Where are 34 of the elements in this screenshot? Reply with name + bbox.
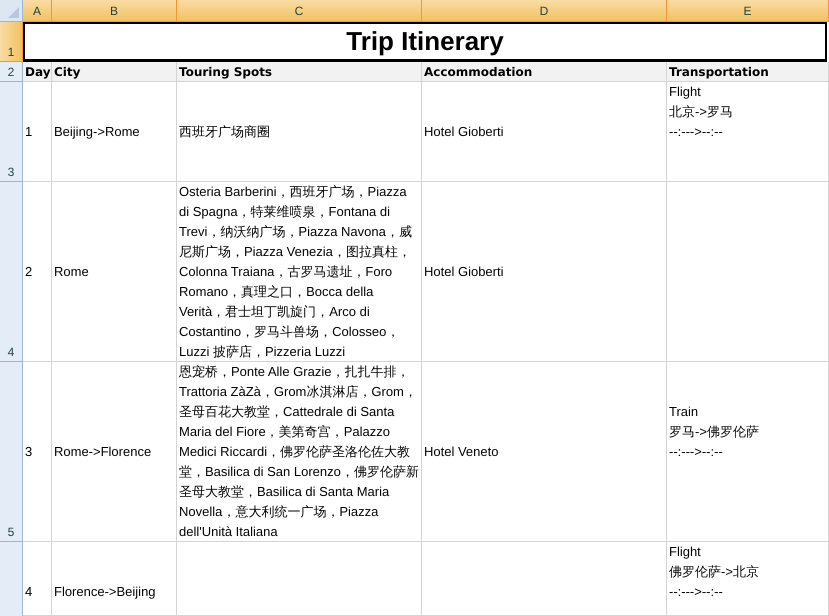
- table-cell: 1: [23, 82, 52, 182]
- select-all-icon[interactable]: [8, 7, 19, 18]
- table-cell: Florence->Beijing: [52, 542, 177, 616]
- column-header[interactable]: D: [422, 0, 667, 22]
- column-header[interactable]: C: [177, 0, 422, 22]
- row-header[interactable]: 2: [0, 62, 23, 82]
- table-cell: Beijing->Rome: [52, 82, 177, 182]
- row-header[interactable]: 1: [0, 22, 23, 62]
- table-cell: Hotel Gioberti: [422, 182, 667, 362]
- table-cell: 恩宠桥，Ponte Alle Grazie，扎扎牛排，Trattoria ZàZà，Grom冰淇淋店，Grom，圣母百花大教堂，Cattedrale di Santa Maria del Fiore，美第奇宫，Palazzo Medici Riccardi，佛罗伦萨圣洛伦佐大教堂，Basilica di San Lorenzo，佛罗伦萨新圣母大教堂，Basilica di Santa Maria Novella，意大利统一广场，Piazza dell'Unità Italiana: [177, 362, 422, 542]
- column-header[interactable]: E: [667, 0, 829, 22]
- table-cell: Hotel Veneto: [422, 362, 667, 542]
- table-cell: 3: [23, 362, 52, 542]
- column-header[interactable]: B: [52, 0, 177, 22]
- column-header[interactable]: A: [23, 0, 52, 22]
- table-cell: Flight 佛罗伦萨->北京 --:--->--:--: [667, 542, 829, 616]
- row-header[interactable]: 3: [0, 82, 23, 182]
- table-cell: Rome->Florence: [52, 362, 177, 542]
- row-header[interactable]: 5: [0, 362, 23, 542]
- table-cell: Osteria Barberini，西班牙广场，Piazza di Spagna，特莱维喷泉，Fontana di Trevi，纳沃纳广场，Piazza Navona，威尼斯广场，Piazza Venezia，图拉真柱，Colonna Traiana，古罗马遗址，Foro Romano，真理之口，Bocca della Verità，君士坦丁凯旋门，Arco di Costantino，罗马斗兽场，Colosseo，Luzzi 披萨店，Pizzeria Luzzi: [177, 182, 422, 362]
- column-heading: Transportation: [667, 62, 829, 82]
- column-heading: City: [52, 62, 177, 82]
- column-heading: Accommodation: [422, 62, 667, 82]
- table-cell: Rome: [52, 182, 177, 362]
- column-heading: Touring Spots: [177, 62, 422, 82]
- row-header[interactable]: [0, 542, 23, 616]
- table-cell: 4: [23, 542, 52, 616]
- table-cell: 2: [23, 182, 52, 362]
- table-cell: Flight 北京->罗马 --:--->--:--: [667, 82, 829, 182]
- row-header[interactable]: 4: [0, 182, 23, 362]
- column-heading: Day: [23, 62, 52, 82]
- table-cell: 西班牙广场商圈: [177, 82, 422, 182]
- table-cell: Hotel Gioberti: [422, 82, 667, 182]
- table-cell: Train 罗马->佛罗伦萨 --:--->--:--: [667, 362, 829, 542]
